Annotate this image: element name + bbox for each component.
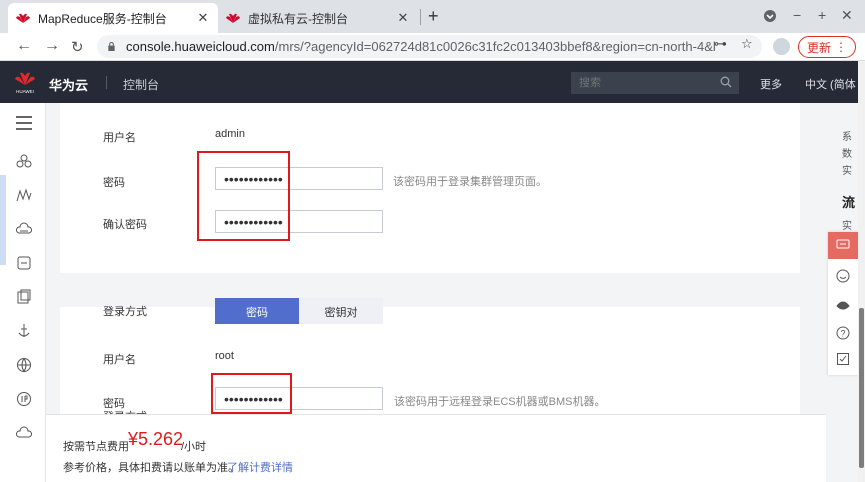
- lock-icon: [108, 42, 115, 51]
- huawei-logo-icon: [226, 13, 240, 23]
- chat-icon: [836, 239, 850, 249]
- login-method-segmented: 密码 密钥对: [215, 300, 383, 324]
- analytics-icon[interactable]: [16, 187, 32, 203]
- page-scrollbar[interactable]: [858, 61, 865, 482]
- more-options-icon: ⋮: [835, 40, 847, 54]
- search-input[interactable]: [579, 77, 719, 89]
- svg-text:?: ?: [840, 329, 845, 339]
- floating-toolbar: ?: [828, 232, 858, 375]
- profile-avatar-icon[interactable]: [773, 38, 790, 55]
- minimize-button[interactable]: −: [793, 7, 801, 23]
- close-window-button[interactable]: ✕: [841, 7, 853, 24]
- url-text: console.huaweicloud.com/mrs/?agencyId=06…: [126, 38, 716, 54]
- right-panel-line: 实: [842, 166, 852, 177]
- right-panel-line: 数: [842, 149, 852, 160]
- highlight-box: [211, 373, 292, 414]
- cluster-account-card: 用户名 admin 密码 •••••••••••• 该密码用于登录集群管理页面。…: [60, 103, 800, 273]
- password-hint: 该密码用于登录集群管理页面。: [393, 176, 547, 188]
- menu-icon[interactable]: [15, 115, 33, 131]
- right-panel-heading: 流: [842, 195, 856, 210]
- tab-close-icon[interactable]: ✕: [396, 10, 410, 26]
- left-sidebar: [0, 103, 46, 482]
- pricing-details-link[interactable]: 了解计费详情: [227, 459, 293, 475]
- edit-icon[interactable]: [836, 352, 850, 366]
- login-method-password-button[interactable]: 密码: [215, 300, 299, 324]
- ip-icon[interactable]: [16, 391, 32, 407]
- key-icon[interactable]: ⊶: [714, 36, 727, 52]
- username-value: admin: [215, 128, 245, 140]
- cost-unit: /小时: [181, 441, 207, 453]
- huawei-logo-icon[interactable]: HUAWEI: [14, 70, 36, 94]
- login-method-label-text: 登录方式: [103, 306, 147, 318]
- right-panel-line: 系: [842, 132, 852, 143]
- root-password-hint: 该密码用于远程登录ECS机器或BMS机器。: [394, 396, 606, 408]
- server-icon[interactable]: [16, 289, 32, 305]
- console-header: HUAWEI 华为云 控制台 更多 中文 (简体: [0, 61, 858, 103]
- update-button[interactable]: 更新 ⋮: [798, 36, 856, 58]
- tab-title: MapReduce服务-控制台: [38, 11, 167, 26]
- header-divider: [106, 76, 107, 89]
- root-password-label: 密码: [103, 398, 125, 410]
- address-bar: ← → ↻ console.huaweicloud.com/mrs/?agenc…: [0, 33, 865, 61]
- globe-icon[interactable]: [16, 357, 32, 373]
- url-field[interactable]: console.huaweicloud.com/mrs/?agencyId=06…: [97, 35, 762, 58]
- feedback-button[interactable]: [828, 232, 858, 259]
- tab-close-icon[interactable]: ✕: [196, 10, 210, 26]
- right-panel-line: 实: [842, 221, 852, 232]
- username-label: 用户名: [103, 132, 136, 144]
- update-label: 更新: [806, 40, 831, 55]
- forward-icon[interactable]: →: [44, 37, 60, 55]
- smile-icon[interactable]: [836, 269, 850, 283]
- more-menu[interactable]: 更多: [760, 76, 782, 92]
- cluster-icon[interactable]: [16, 153, 32, 169]
- anchor-icon[interactable]: [16, 323, 32, 339]
- back-icon[interactable]: ←: [16, 37, 32, 55]
- database-icon[interactable]: [16, 255, 32, 271]
- search-box[interactable]: [571, 72, 739, 94]
- tab-mapreduce[interactable]: MapReduce服务-控制台 ✕: [8, 3, 218, 33]
- maximize-button[interactable]: +: [818, 7, 826, 23]
- language-selector[interactable]: 中文 (简体: [805, 76, 856, 92]
- root-username-value: root: [215, 350, 234, 362]
- service-icon[interactable]: [836, 298, 850, 312]
- cost-footer: 按需节点费用 ¥5.262 /小时 参考价格，具体扣费请以账单为准。 了解计费详…: [46, 414, 826, 482]
- bookmark-star-icon[interactable]: ☆: [741, 36, 753, 52]
- reload-icon[interactable]: ↻: [71, 38, 84, 56]
- scrollbar-thumb[interactable]: [859, 308, 864, 468]
- highlight-box: [197, 151, 290, 241]
- brand-name[interactable]: 华为云: [49, 75, 88, 94]
- cost-value: ¥5.262: [128, 429, 184, 449]
- reference-price-note: 参考价格，具体扣费请以账单为准。: [63, 462, 239, 474]
- cloud-icon[interactable]: [16, 425, 32, 441]
- cost-label: 按需节点费用: [63, 441, 129, 453]
- login-method-keypair-button[interactable]: 密钥对: [299, 300, 383, 324]
- console-link[interactable]: 控制台: [123, 76, 159, 93]
- tab-title: 虚拟私有云-控制台: [248, 11, 348, 26]
- search-icon[interactable]: [720, 76, 732, 88]
- left-edge-accent: [0, 175, 6, 265]
- huawei-logo-icon: [16, 13, 30, 23]
- root-username-label: 用户名: [103, 354, 136, 366]
- tab-divider: [420, 9, 421, 25]
- tab-vpc[interactable]: 虚拟私有云-控制台 ✕: [218, 3, 418, 33]
- logo-wordmark: HUAWEI: [16, 89, 34, 94]
- help-icon[interactable]: ?: [836, 326, 850, 340]
- cloud-storage-icon[interactable]: [16, 221, 32, 237]
- browser-tab-bar: MapReduce服务-控制台 ✕ 虚拟私有云-控制台 ✕ + − + ✕: [0, 0, 865, 33]
- password-label: 密码: [103, 177, 125, 189]
- tab-search-icon[interactable]: [763, 9, 777, 23]
- new-tab-button[interactable]: +: [428, 6, 439, 27]
- confirm-password-label: 确认密码: [103, 219, 147, 231]
